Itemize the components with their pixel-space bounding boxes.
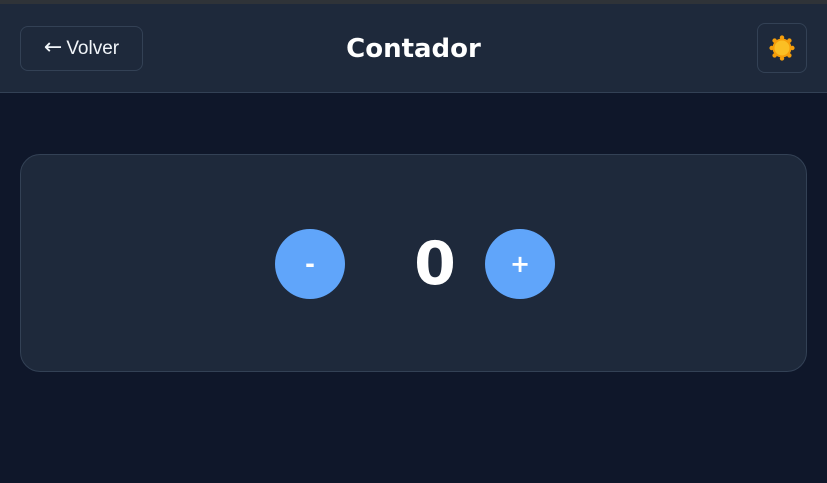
back-arrow-icon: ←: [43, 34, 63, 60]
sun-icon: [769, 35, 795, 61]
counter-value: 0: [414, 229, 456, 299]
back-button[interactable]: ← Volver: [20, 26, 143, 71]
decrement-button[interactable]: -: [275, 229, 345, 299]
back-button-label: Volver: [66, 37, 120, 59]
increment-button[interactable]: +: [485, 229, 555, 299]
app-header: ← Volver Contador: [0, 4, 827, 93]
counter-card: - 0 +: [20, 154, 807, 372]
theme-toggle-button[interactable]: [757, 23, 807, 73]
